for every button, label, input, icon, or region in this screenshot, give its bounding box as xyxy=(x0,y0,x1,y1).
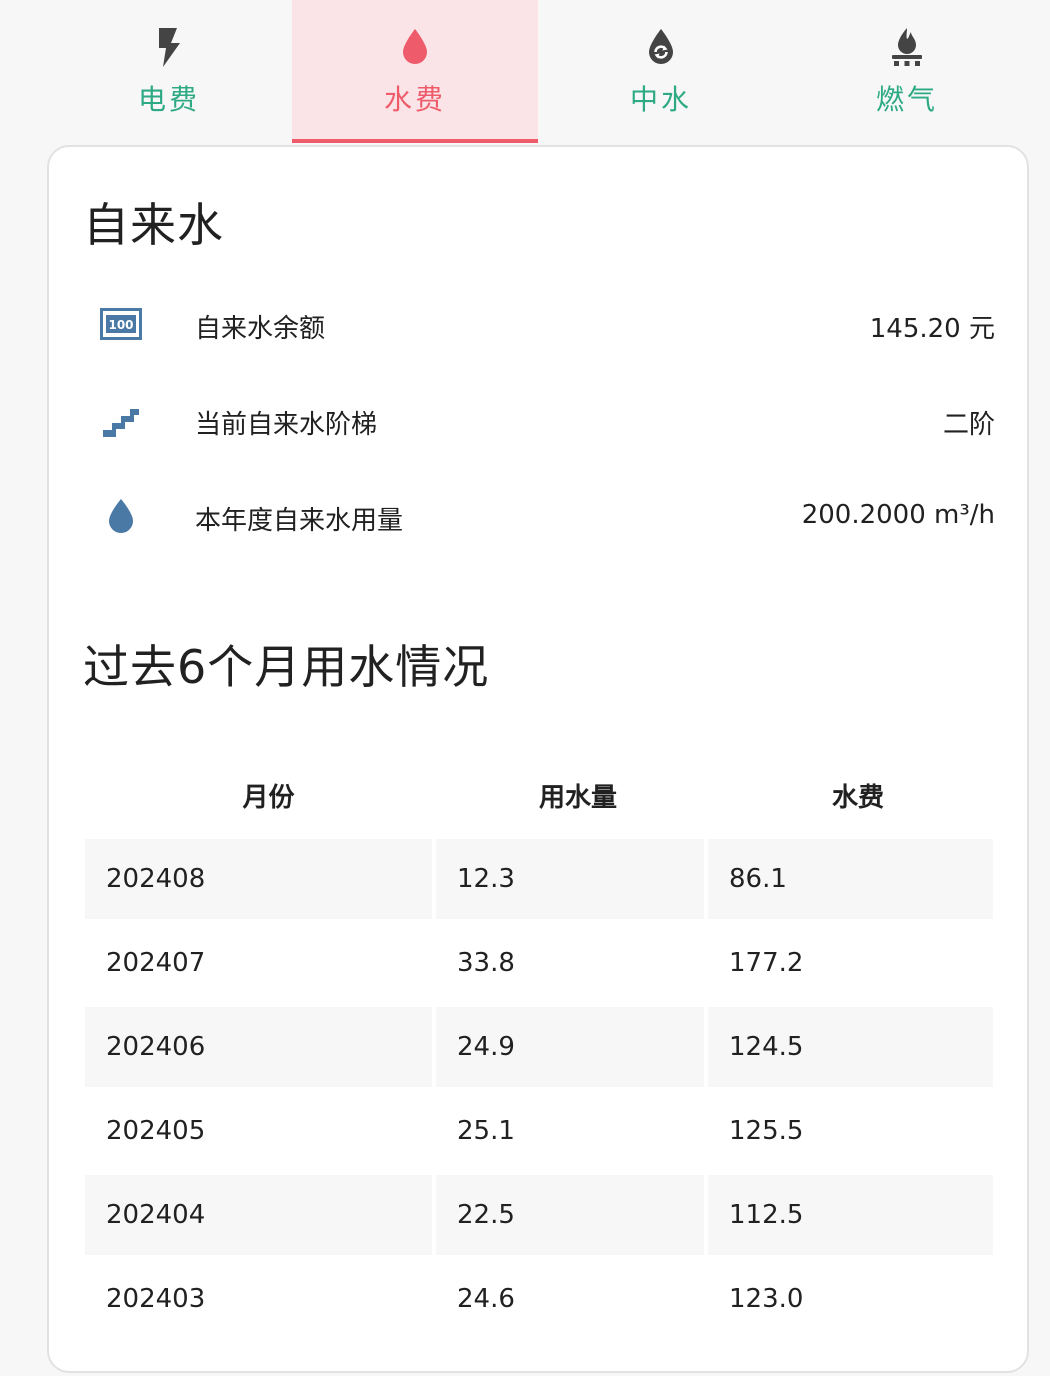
cell-fee: 123.0 xyxy=(729,1284,804,1314)
cell-usage: 25.1 xyxy=(457,1116,515,1146)
balance-label: 自来水余额 xyxy=(195,314,326,344)
cell-usage: 24.6 xyxy=(457,1284,515,1314)
tab-label: 燃气 xyxy=(875,83,938,116)
cell-fee: 86.1 xyxy=(708,839,993,919)
table-header: 月份 用水量 水费 xyxy=(85,759,993,831)
gas-stove-icon xyxy=(887,26,927,68)
lightning-bolt-icon xyxy=(149,26,189,68)
table-row: 202406 24.9 124.5 xyxy=(85,1005,993,1089)
table-row: 202404 22.5 112.5 xyxy=(85,1173,993,1257)
cell-month: 202407 xyxy=(106,948,206,978)
card-title: 自来水 xyxy=(83,198,224,252)
table-row: 202403 24.6 123.0 xyxy=(85,1257,993,1341)
table-row: 202407 33.8 177.2 xyxy=(85,921,993,1005)
history-table: 月份 用水量 水费 202408 12.3 86.1 202407 33.8 1… xyxy=(85,759,993,1314)
annual-usage-row: 本年度自来水用量 200.2000 m³/h xyxy=(49,486,1027,546)
cash-100-icon: 100 xyxy=(99,304,143,344)
cell-usage: 24.9 xyxy=(436,1007,704,1087)
cell-usage: 22.5 xyxy=(436,1175,704,1255)
tier-row: 当前自来水阶梯 二阶 xyxy=(49,390,1027,450)
tab-reclaimed-water[interactable]: 中水 xyxy=(538,0,784,143)
annual-usage-value: 200.2000 m³/h xyxy=(801,500,995,530)
tab-electricity[interactable]: 电费 xyxy=(46,0,292,143)
tab-water[interactable]: 水费 xyxy=(292,0,538,143)
tab-label: 电费 xyxy=(137,83,200,116)
tier-value: 二阶 xyxy=(942,410,995,440)
recycled-water-icon xyxy=(641,26,681,68)
water-card: 自来水 100 自来水余额 145.20 元 当前自来水阶梯 二阶 本年度自来水… xyxy=(47,145,1029,1373)
cell-fee: 112.5 xyxy=(708,1175,993,1255)
cell-month: 202405 xyxy=(106,1116,206,1146)
cell-usage: 12.3 xyxy=(436,839,704,919)
column-header-month: 月份 xyxy=(242,783,295,813)
table-row: 202408 12.3 86.1 xyxy=(85,837,993,921)
table-row: 202405 25.1 125.5 xyxy=(85,1089,993,1173)
cell-month: 202404 xyxy=(85,1175,432,1255)
water-drop-icon xyxy=(395,26,435,68)
tab-gas[interactable]: 燃气 xyxy=(784,0,1030,143)
cell-month: 202408 xyxy=(85,839,432,919)
history-title: 过去6个月用水情况 xyxy=(83,640,490,694)
balance-row: 100 自来水余额 145.20 元 xyxy=(49,294,1027,354)
cell-fee: 124.5 xyxy=(708,1007,993,1087)
cell-fee: 125.5 xyxy=(729,1116,804,1146)
stairs-icon xyxy=(99,400,143,440)
cell-fee: 177.2 xyxy=(729,948,804,978)
utility-tab-bar: 电费 水费 中水 燃气 xyxy=(46,0,1030,143)
balance-value: 145.20 元 xyxy=(869,314,995,344)
annual-usage-label: 本年度自来水用量 xyxy=(195,506,404,536)
cell-usage: 33.8 xyxy=(457,948,515,978)
table-body: 202408 12.3 86.1 202407 33.8 177.2 20240… xyxy=(85,837,993,1341)
water-drop-icon xyxy=(99,496,143,536)
column-header-usage: 用水量 xyxy=(538,783,617,813)
tab-label: 水费 xyxy=(383,83,446,116)
column-header-fee: 水费 xyxy=(831,783,884,813)
tier-label: 当前自来水阶梯 xyxy=(195,410,378,440)
svg-text:100: 100 xyxy=(108,318,133,332)
cell-month: 202406 xyxy=(85,1007,432,1087)
tab-label: 中水 xyxy=(629,83,692,116)
cell-month: 202403 xyxy=(106,1284,206,1314)
